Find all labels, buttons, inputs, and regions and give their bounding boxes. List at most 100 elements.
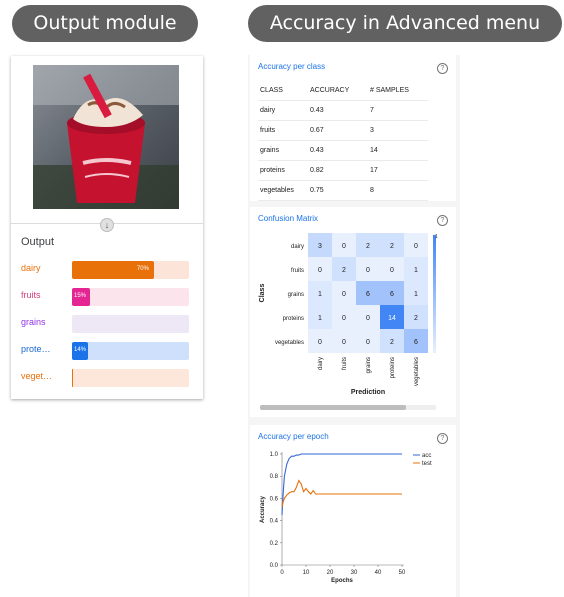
x-tick-label: 40 (375, 570, 382, 576)
table-cell: dairy (258, 100, 308, 121)
colorbar (433, 235, 436, 353)
output-row: dairy 70% (21, 261, 191, 279)
matrix-value: 2 (390, 243, 394, 250)
y-tick-label: 0.0 (270, 563, 279, 569)
matrix-value: 1 (414, 291, 418, 298)
matrix-value: 0 (342, 339, 346, 346)
table-header: # SAMPLES (368, 81, 428, 101)
input-image (33, 65, 179, 209)
confidence-percent: 14% (74, 347, 87, 353)
table-cell: 0.82 (308, 160, 368, 181)
table-row: grains 0.43 14 (258, 140, 428, 161)
matrix-value: 2 (366, 243, 370, 250)
row-tick-label: grains (288, 292, 304, 298)
advanced-menu-column: Accuracy per class ? CLASS ACCURACY # SA… (248, 55, 460, 597)
output-row: prote… 14% (21, 342, 191, 360)
table-cell: 0.75 (308, 180, 368, 201)
matrix-value: 14 (388, 315, 396, 322)
matrix-value: 0 (318, 339, 322, 346)
table-header: ACCURACY (308, 81, 368, 101)
table-cell: 0.67 (308, 120, 368, 141)
table-cell: 0.43 (308, 140, 368, 161)
table-row: dairy 0.43 7 (258, 100, 428, 121)
arrow-down-icon[interactable]: ↓ (100, 218, 114, 232)
row-tick-label: proteins (283, 316, 304, 322)
legend-label: acc (422, 453, 431, 459)
row-tick-label: dairy (291, 244, 304, 250)
table-row: fruits 0.67 3 (258, 120, 428, 141)
matrix-value: 0 (414, 243, 418, 250)
confusion-matrix-chart: 3 0 2 2 0 dairy dairy 0 2 0 0 1 fruits fruits 1 0 6 6 1 gra… (259, 233, 438, 410)
column-tick-label: dairy (318, 357, 324, 370)
matrix-value: 0 (366, 315, 370, 322)
confidence-bar-track (72, 369, 189, 387)
table-cell: 17 (368, 160, 428, 181)
x-axis-label: Epochs (331, 578, 353, 584)
matrix-value: 0 (366, 339, 370, 346)
scrollbar-thumb (260, 405, 406, 410)
output-title: Output (21, 236, 55, 248)
table-cell: fruits (258, 120, 308, 141)
output-label: grains (21, 317, 46, 327)
matrix-value: 0 (342, 315, 346, 322)
table-cell: 14 (368, 140, 428, 161)
matrix-value: 1 (414, 267, 418, 274)
accuracy-per-epoch-panel: Accuracy per epoch ? 0.0 0.2 0.4 0.6 0.8 1.0 0… (250, 425, 456, 597)
table-cell: vegetables (258, 180, 308, 201)
matrix-value: 1 (318, 315, 322, 322)
x-tick-label: 0 (280, 570, 284, 576)
row-tick-label: fruits (291, 268, 304, 274)
column-tick-label: vegetables (414, 357, 420, 386)
row-tick-label: vegetables (275, 340, 304, 346)
matrix-value: 6 (366, 291, 370, 298)
matrix-value: 2 (390, 339, 394, 346)
matrix-value: 3 (318, 243, 322, 250)
table-header: CLASS (258, 81, 308, 101)
confidence-bar-track (72, 315, 189, 333)
y-tick-label: 0.6 (270, 496, 279, 502)
column-tick-label: fruits (342, 357, 348, 370)
output-row: grains (21, 315, 191, 333)
matrix-value: 1 (318, 291, 322, 298)
y-tick-label: 0.8 (270, 474, 279, 480)
colorbar-tick-label: 1 (435, 234, 438, 240)
matrix-value: 6 (414, 339, 418, 346)
output-label: dairy (21, 263, 41, 273)
series-line-test (281, 479, 402, 508)
accuracy-advanced-menu-label: Accuracy in Advanced menu (248, 5, 562, 42)
y-axis-label: Accuracy (260, 495, 266, 523)
x-tick-label: 10 (303, 570, 310, 576)
matrix-value: 0 (318, 267, 322, 274)
confidence-percent: 70% (136, 266, 149, 272)
table-cell: proteins (258, 160, 308, 181)
y-tick-label: 0.4 (270, 519, 279, 525)
table-row: vegetables 0.75 8 (258, 180, 428, 201)
accuracy-per-class-panel: Accuracy per class ? CLASS ACCURACY # SA… (250, 55, 456, 201)
confusion-matrix-panel: Confusion Matrix ? 3 0 2 2 0 dairy dairy 0 2 0 0 1 f… (250, 207, 456, 417)
x-tick-label: 50 (399, 570, 406, 576)
table-cell: grains (258, 140, 308, 161)
series-line-acc (281, 453, 402, 516)
table-cell: 3 (368, 120, 428, 141)
matrix-value: 2 (414, 315, 418, 322)
legend-label: test (422, 461, 432, 467)
output-label: veget… (21, 371, 53, 381)
y-tick-label: 0.2 (270, 541, 279, 547)
help-icon[interactable]: ? (437, 63, 448, 74)
column-tick-label: grains (366, 357, 372, 373)
table-cell: 0.43 (308, 100, 368, 121)
table-cell: 8 (368, 180, 428, 201)
matrix-value: 0 (342, 243, 346, 250)
output-row: fruits 15% (21, 288, 191, 306)
output-module-label: Output module (12, 5, 198, 42)
accuracy-per-class-title: Accuracy per class (258, 62, 326, 71)
matrix-value: 2 (342, 267, 346, 274)
confidence-bar-track: 15% (72, 288, 189, 306)
accuracy-per-epoch-chart: 0.0 0.2 0.4 0.6 0.8 1.0 0 10 20 30 40 50 Epochs Accur… (260, 452, 432, 584)
table-cell: 7 (368, 100, 428, 121)
matrix-value: 0 (390, 267, 394, 274)
confidence-bar-track: 70% (72, 261, 189, 279)
x-tick-label: 30 (351, 570, 358, 576)
output-label: prote… (21, 344, 51, 354)
x-axis-label: Prediction (351, 389, 385, 396)
